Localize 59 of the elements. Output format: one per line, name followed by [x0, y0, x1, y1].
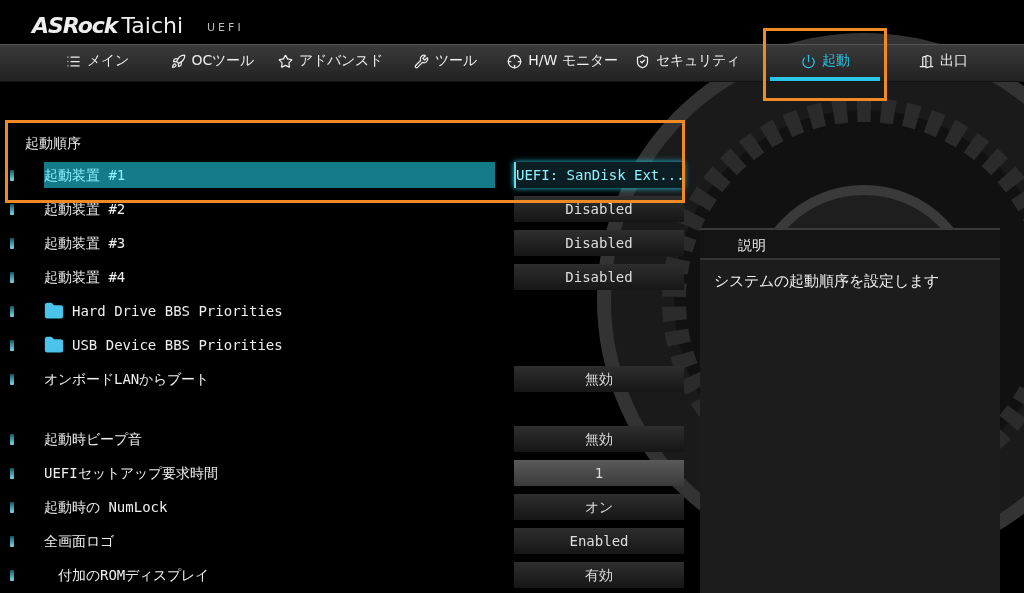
option-value-button[interactable]: 無効 — [514, 426, 684, 452]
model-name: Taichi — [121, 13, 184, 38]
item-marker — [10, 203, 14, 215]
number-field[interactable]: 1 — [514, 460, 684, 486]
item-marker — [10, 501, 14, 513]
item-marker — [10, 373, 14, 385]
setting-label[interactable]: 起動時ビープ音 — [44, 426, 495, 452]
item-marker — [10, 169, 14, 181]
option-value-button[interactable]: Enabled — [514, 528, 684, 554]
description-text: システムの起動順序を設定します — [713, 272, 940, 291]
setting-label[interactable]: 起動装置 #1 — [44, 162, 495, 188]
item-marker — [10, 535, 14, 547]
list-icon — [66, 53, 81, 69]
setting-label[interactable]: UEFIセットアップ要求時間 — [44, 460, 495, 486]
rocket-icon — [170, 53, 186, 69]
option-value-button[interactable]: Disabled — [514, 264, 684, 290]
item-marker — [10, 305, 14, 317]
option-value-button[interactable]: オン — [514, 494, 684, 520]
setting-label[interactable]: 起動装置 #2 — [44, 196, 495, 222]
setting-label[interactable]: オンボードLANからブート — [44, 366, 495, 392]
option-value-button[interactable]: Disabled — [514, 230, 684, 256]
item-marker — [10, 569, 14, 581]
nav-tab[interactable]: メイン — [40, 45, 155, 81]
setting-label[interactable]: 起動装置 #3 — [44, 230, 495, 256]
setting-label[interactable]: 起動時の NumLock — [44, 494, 495, 520]
door-icon — [918, 53, 934, 69]
nav-tab[interactable]: 出口 — [888, 45, 998, 81]
setting-label[interactable]: Hard Drive BBS Priorities — [44, 298, 495, 324]
tools-icon — [413, 53, 429, 69]
nav-tab[interactable]: アドバンスド — [270, 45, 390, 81]
brand-logo: ASRock — [32, 13, 118, 38]
power-icon — [800, 53, 816, 69]
item-marker — [10, 339, 14, 351]
folder-icon — [44, 335, 64, 355]
nav-tab[interactable]: ツール — [390, 45, 500, 81]
item-marker — [10, 271, 14, 283]
folder-label: USB Device BBS Priorities — [72, 336, 283, 355]
option-value-button[interactable]: 有効 — [514, 562, 684, 588]
firmware-label: UEFI — [207, 21, 244, 34]
crosshair-icon — [507, 53, 523, 69]
nav-tab[interactable]: セキュリティ — [625, 45, 750, 81]
nav-tab[interactable]: OCツール — [155, 45, 270, 81]
panel-title: 説明 — [700, 230, 1000, 260]
section-heading: 起動順序 — [24, 134, 82, 153]
item-marker — [10, 433, 14, 445]
folder-icon — [44, 301, 64, 321]
setting-label[interactable]: 起動装置 #4 — [44, 264, 495, 290]
nav-tab[interactable]: H/W モニター — [500, 45, 625, 81]
item-marker — [10, 237, 14, 249]
option-value-button[interactable]: UEFI: SanDisk Ext... — [514, 162, 684, 188]
setting-label[interactable]: 付加のROMディスプレイ — [44, 562, 495, 588]
folder-label: Hard Drive BBS Priorities — [72, 302, 283, 321]
option-value-button[interactable]: 無効 — [514, 366, 684, 392]
shield-icon — [635, 53, 650, 69]
nav-tab[interactable]: 起動 — [770, 45, 880, 81]
setting-label[interactable]: 全画面ロゴ — [44, 528, 495, 554]
item-marker — [10, 467, 14, 479]
setting-label[interactable]: USB Device BBS Priorities — [44, 332, 495, 358]
star-icon — [277, 53, 293, 69]
